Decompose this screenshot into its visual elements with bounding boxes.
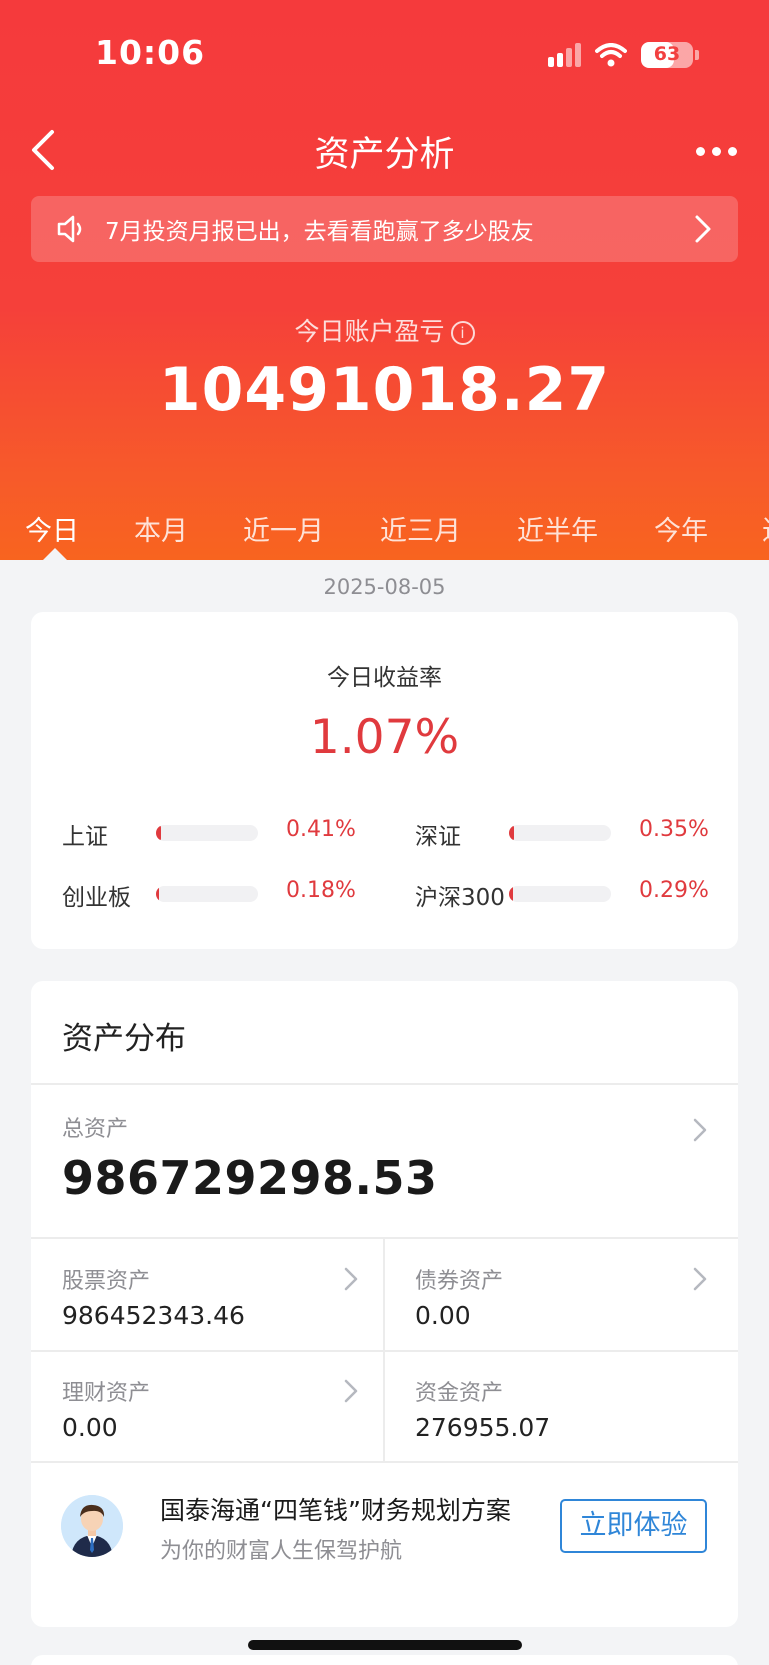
stock-assets-cell[interactable]: 股票资产 986452343.46: [62, 1263, 362, 1363]
chevron-right-icon: [693, 1118, 707, 1142]
pnl-value: 10491018.27: [158, 355, 611, 425]
tab-today[interactable]: 今日: [25, 509, 79, 548]
asset-label: 股票资产: [62, 1269, 151, 1294]
asset-label: 理财资产: [62, 1381, 151, 1406]
tab-last-month[interactable]: 近一月: [243, 509, 324, 548]
date-label: 2025-08-05: [323, 575, 446, 599]
advisor-avatar: [61, 1495, 123, 1557]
returns-card: 今日收益率 1.07% 上证 0.41% 深证 0.35% 创业板 0.18% …: [31, 612, 738, 949]
index-bar-fill: [509, 825, 515, 841]
cash-assets-cell: 资金资产 276955.07: [415, 1375, 715, 1475]
index-value: 0.35%: [639, 817, 709, 842]
tab-this-month[interactable]: 本月: [134, 509, 188, 548]
chevron-right-icon: [695, 215, 711, 243]
plan-title: 国泰海通“四笔钱”财务规划方案: [160, 1496, 511, 1525]
more-dots-icon[interactable]: [696, 147, 737, 156]
status-icons: 63: [548, 40, 699, 70]
chevron-right-icon: [693, 1267, 707, 1291]
index-name: 深证: [415, 824, 461, 850]
status-time: 10:06: [95, 33, 206, 72]
battery-icon: 63: [641, 42, 693, 68]
tab-last-three-months[interactable]: 近三月: [380, 509, 461, 548]
index-bar: [509, 886, 611, 902]
section-title: 资产分布: [62, 1021, 186, 1057]
asset-value: 0.00: [62, 1413, 118, 1442]
tab-this-year[interactable]: 今年: [654, 509, 708, 548]
index-row-csi300: 沪深300 0.29%: [415, 878, 725, 911]
pnl-label: 今日账户盈亏 i: [0, 312, 769, 348]
index-bar: [156, 886, 258, 902]
page-title: 资产分析: [314, 135, 455, 175]
index-bar: [156, 825, 258, 841]
notice-text: 7月投资月报已出，去看看跑赢了多少股友: [105, 219, 534, 245]
return-rate-value: 1.07%: [309, 710, 460, 765]
wifi-icon: [595, 43, 627, 67]
index-bar-fill: [509, 886, 514, 902]
info-icon[interactable]: i: [450, 321, 475, 345]
total-assets-label: 总资产: [62, 1117, 129, 1142]
index-row-shanghai: 上证 0.41%: [62, 817, 372, 850]
asset-label: 资金资产: [415, 1381, 504, 1406]
asset-value: 0.00: [415, 1301, 471, 1330]
battery-percent: 63: [653, 43, 681, 65]
header-banner: 10:06 63 资产分析 7月投资月报已出，去看看跑赢了多少股友 今日账户盈亏…: [0, 0, 769, 560]
total-assets-value: 986729298.53: [62, 1151, 438, 1205]
tab-more[interactable]: 近: [762, 509, 769, 548]
chevron-right-icon: [344, 1267, 358, 1291]
divider: [383, 1237, 385, 1461]
index-bar-fill: [156, 825, 162, 841]
financial-plan-promo: 国泰海通“四笔钱”财务规划方案 为你的财富人生保驾护航 立即体验: [31, 1461, 738, 1581]
asset-distribution-card: 资产分布 总资产 986729298.53 股票资产 986452343.46 …: [31, 981, 738, 1627]
index-row-chinext: 创业板 0.18%: [62, 878, 372, 911]
chevron-right-icon: [344, 1379, 358, 1403]
index-value: 0.41%: [286, 817, 356, 842]
home-indicator[interactable]: [248, 1640, 522, 1650]
asset-label: 债券资产: [415, 1269, 504, 1294]
wealth-management-assets-cell[interactable]: 理财资产 0.00: [62, 1375, 362, 1475]
asset-value: 276955.07: [415, 1413, 551, 1442]
next-card-edge: [31, 1655, 738, 1665]
return-rate-title: 今日收益率: [327, 665, 442, 691]
period-tabs: 今日 本月 近一月 近三月 近半年 今年 近: [0, 505, 769, 560]
index-row-shenzhen: 深证 0.35%: [415, 817, 725, 850]
index-name: 创业板: [62, 885, 131, 911]
active-tab-indicator: [43, 548, 67, 560]
pnl-label-text: 今日账户盈亏: [294, 317, 445, 346]
asset-value: 986452343.46: [62, 1301, 245, 1330]
plan-subtitle: 为你的财富人生保驾护航: [160, 1539, 403, 1564]
try-now-button[interactable]: 立即体验: [560, 1499, 707, 1553]
cellular-signal-icon: [548, 43, 581, 67]
index-bar: [509, 825, 611, 841]
index-bar-fill: [156, 886, 160, 902]
tab-last-half-year[interactable]: 近半年: [517, 509, 598, 548]
monthly-report-banner[interactable]: 7月投资月报已出，去看看跑赢了多少股友: [31, 196, 738, 262]
speaker-icon: [57, 215, 82, 243]
bond-assets-cell[interactable]: 债券资产 0.00: [415, 1263, 715, 1363]
index-name: 沪深300: [415, 885, 505, 911]
battery-tip: [695, 50, 699, 60]
divider: [31, 1083, 738, 1085]
index-name: 上证: [62, 824, 108, 850]
index-value: 0.18%: [286, 878, 356, 903]
index-value: 0.29%: [639, 878, 709, 903]
